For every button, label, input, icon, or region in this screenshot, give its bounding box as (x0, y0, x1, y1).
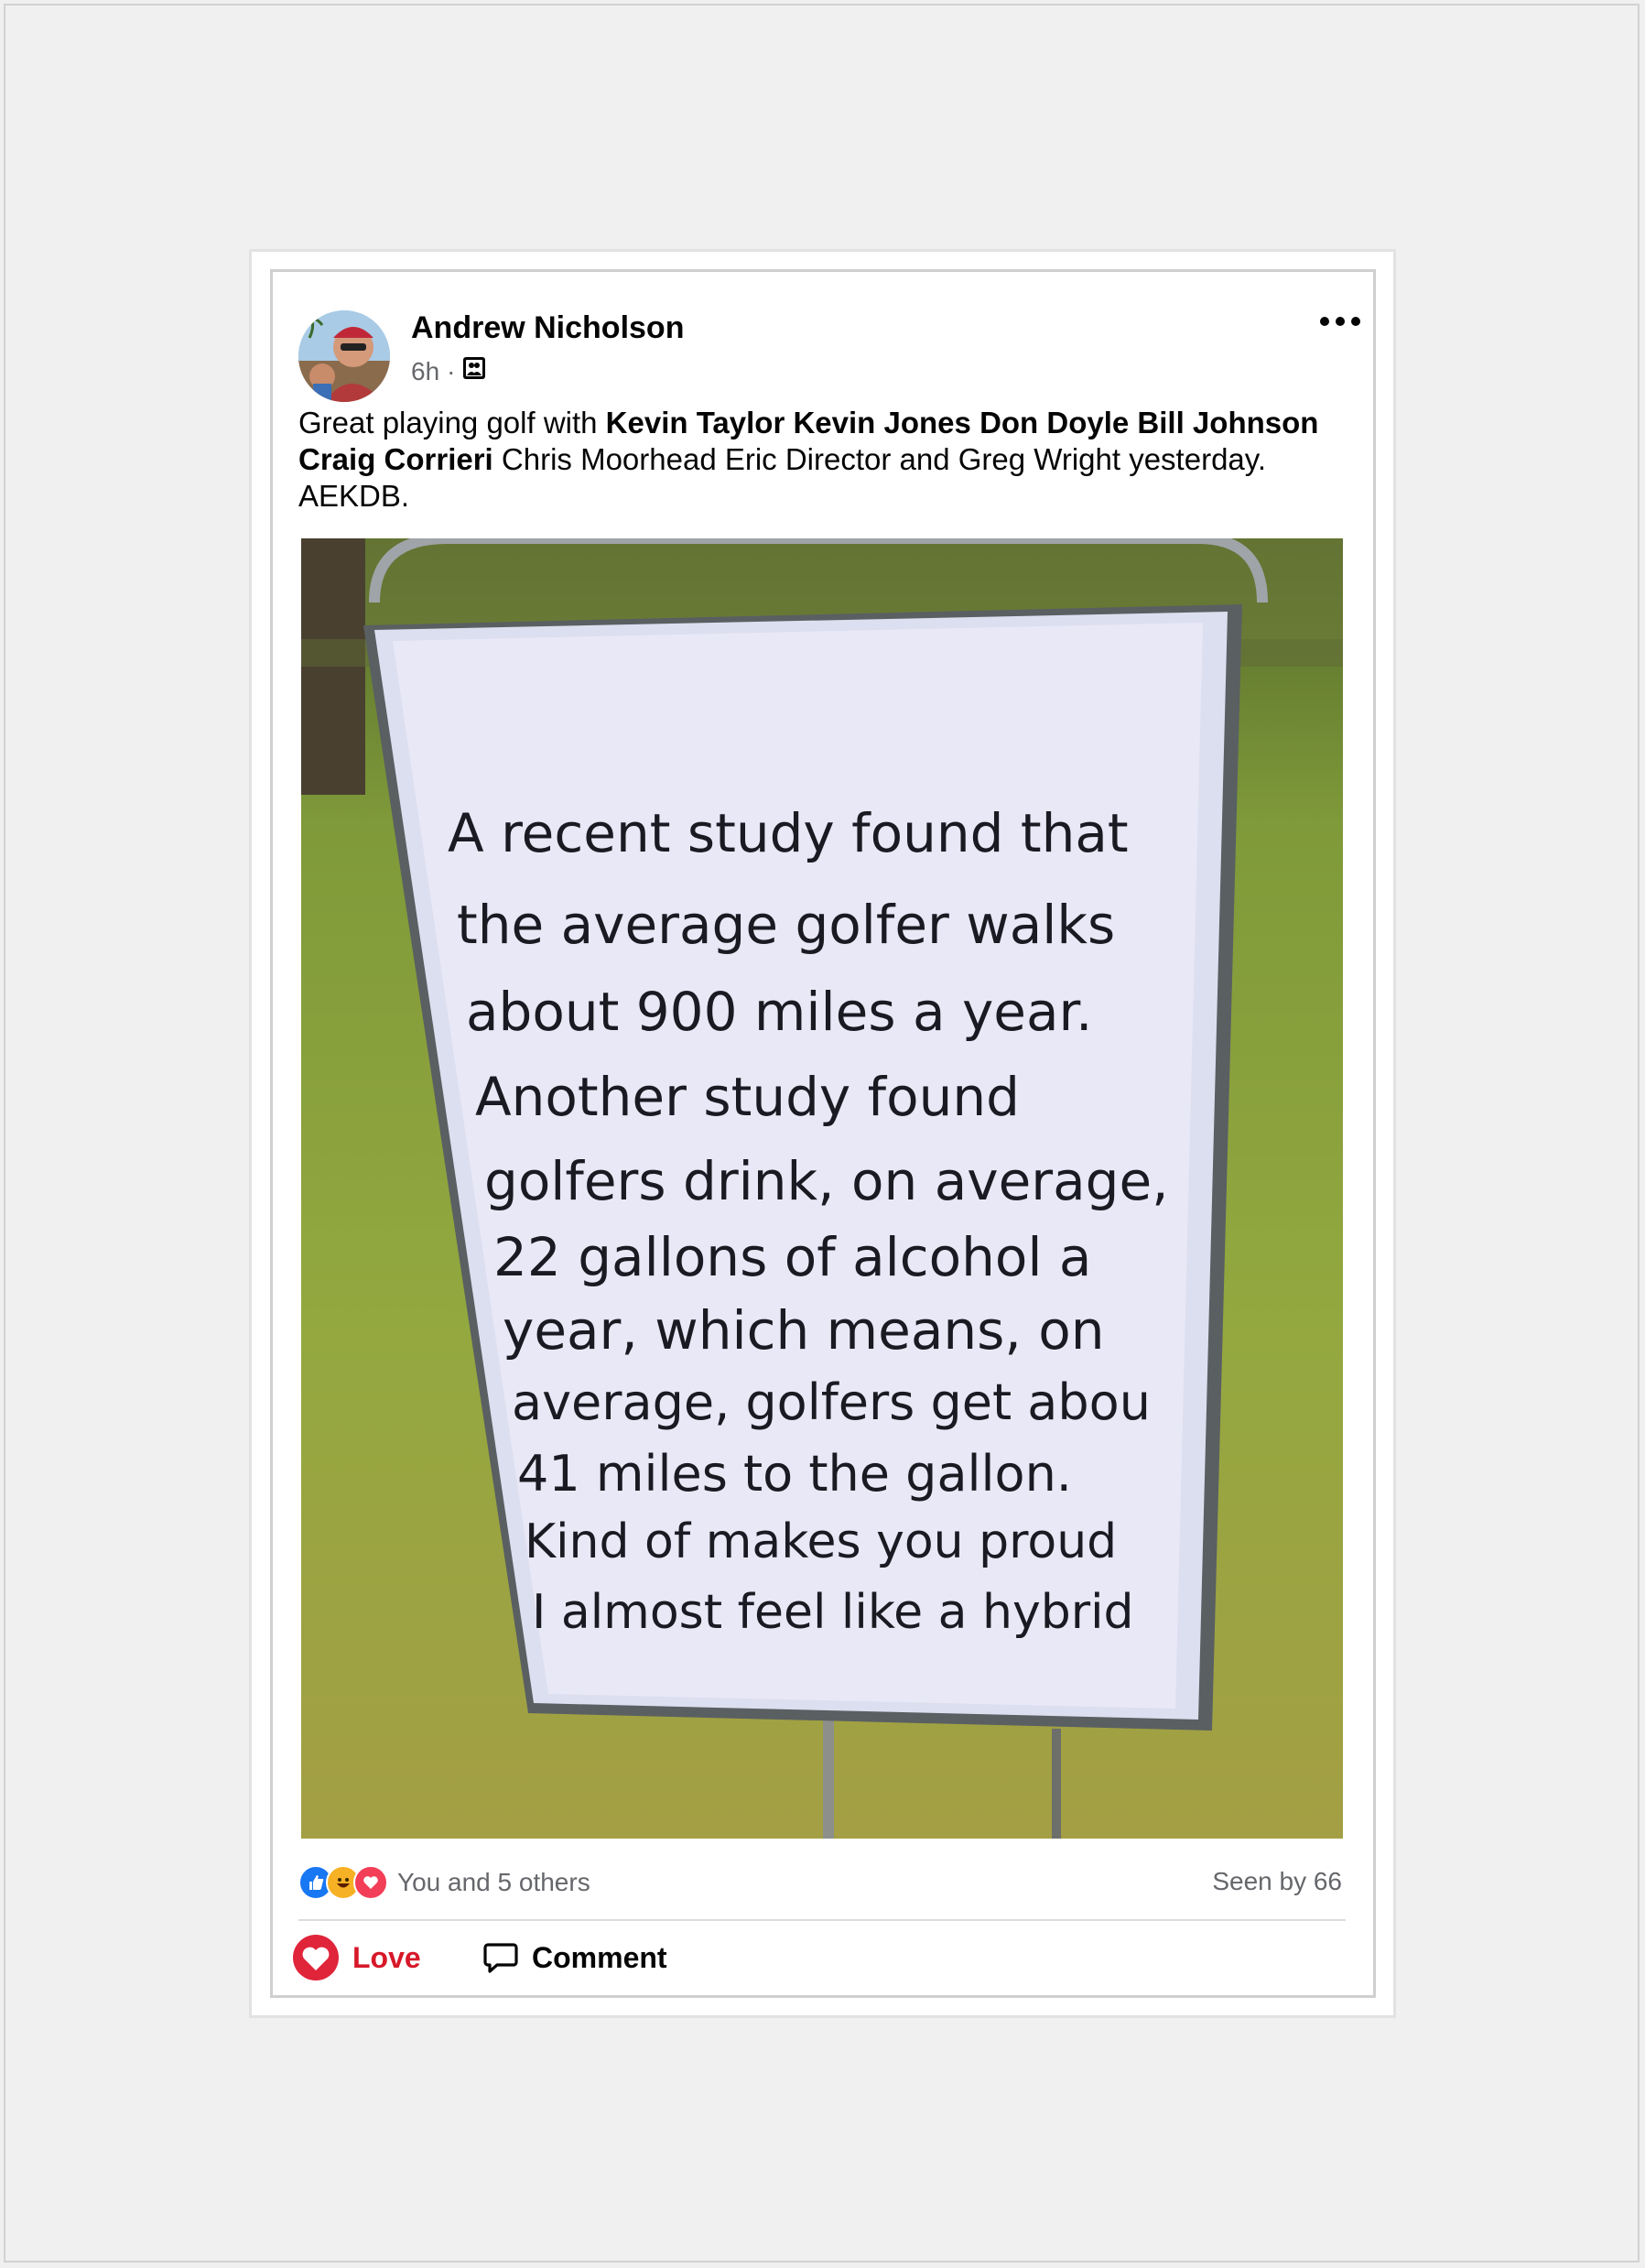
seen-by[interactable]: Seen by 66 (1212, 1865, 1342, 1898)
comment-button[interactable]: Comment (482, 1932, 667, 1983)
svg-text:22 gallons of alcohol a: 22 gallons of alcohol a (493, 1226, 1091, 1288)
tagged-user[interactable]: Kevin Taylor (606, 406, 785, 439)
reactions-summary[interactable]: You and 5 others (298, 1865, 590, 1900)
tagged-user[interactable]: Bill Johnson (1137, 406, 1318, 439)
love-button[interactable]: Love (292, 1932, 421, 1983)
love-label: Love (352, 1940, 421, 1974)
svg-text:Kind of makes you proud: Kind of makes you proud (525, 1514, 1117, 1569)
svg-text:average, golfers get abou: average, golfers get abou (512, 1373, 1151, 1431)
author-avatar[interactable] (298, 310, 390, 402)
svg-text:about 900 miles a year.: about 900 miles a year. (466, 981, 1092, 1043)
svg-text:41 miles to the gallon.: 41 miles to the gallon. (517, 1445, 1072, 1503)
svg-text:I almost feel like a hybrid: I almost feel like a hybrid (532, 1585, 1134, 1640)
reactions-text[interactable]: You and 5 others (397, 1868, 590, 1897)
divider (298, 1919, 1346, 1921)
svg-text:the average golfer walks: the average golfer walks (457, 894, 1115, 956)
avatar-photo (298, 310, 390, 402)
comment-label: Comment (532, 1940, 667, 1974)
tagged-user[interactable]: Craig Corrieri (298, 442, 493, 476)
svg-text:Another study found: Another study found (475, 1066, 1020, 1128)
svg-text:year, which means, on: year, which means, on (503, 1299, 1104, 1362)
svg-text:A recent study found that: A recent study found that (448, 802, 1129, 864)
tagged-user[interactable]: Don Doyle (979, 406, 1129, 439)
love-reaction-icon (293, 1935, 339, 1980)
post-photo[interactable]: A recent study found that the average go… (301, 538, 1343, 1839)
friends-icon[interactable] (462, 356, 486, 386)
love-icon (353, 1865, 388, 1900)
reaction-icons (298, 1865, 388, 1900)
svg-text:golfers drink, on average,: golfers drink, on average, (484, 1150, 1169, 1212)
comment-icon (483, 1943, 518, 1973)
more-horizontal-icon[interactable] (1320, 308, 1360, 335)
meta-separator: · (447, 356, 456, 385)
author-name[interactable]: Andrew Nicholson (411, 310, 684, 346)
post-meta: 6h · (411, 356, 486, 386)
tagged-user[interactable]: Kevin Jones (793, 406, 970, 439)
post-caption: Great playing golf with Kevin Taylor Kev… (298, 406, 1319, 513)
golf-sign-photo: A recent study found that the average go… (301, 538, 1343, 1839)
post-time[interactable]: 6h (411, 357, 439, 386)
